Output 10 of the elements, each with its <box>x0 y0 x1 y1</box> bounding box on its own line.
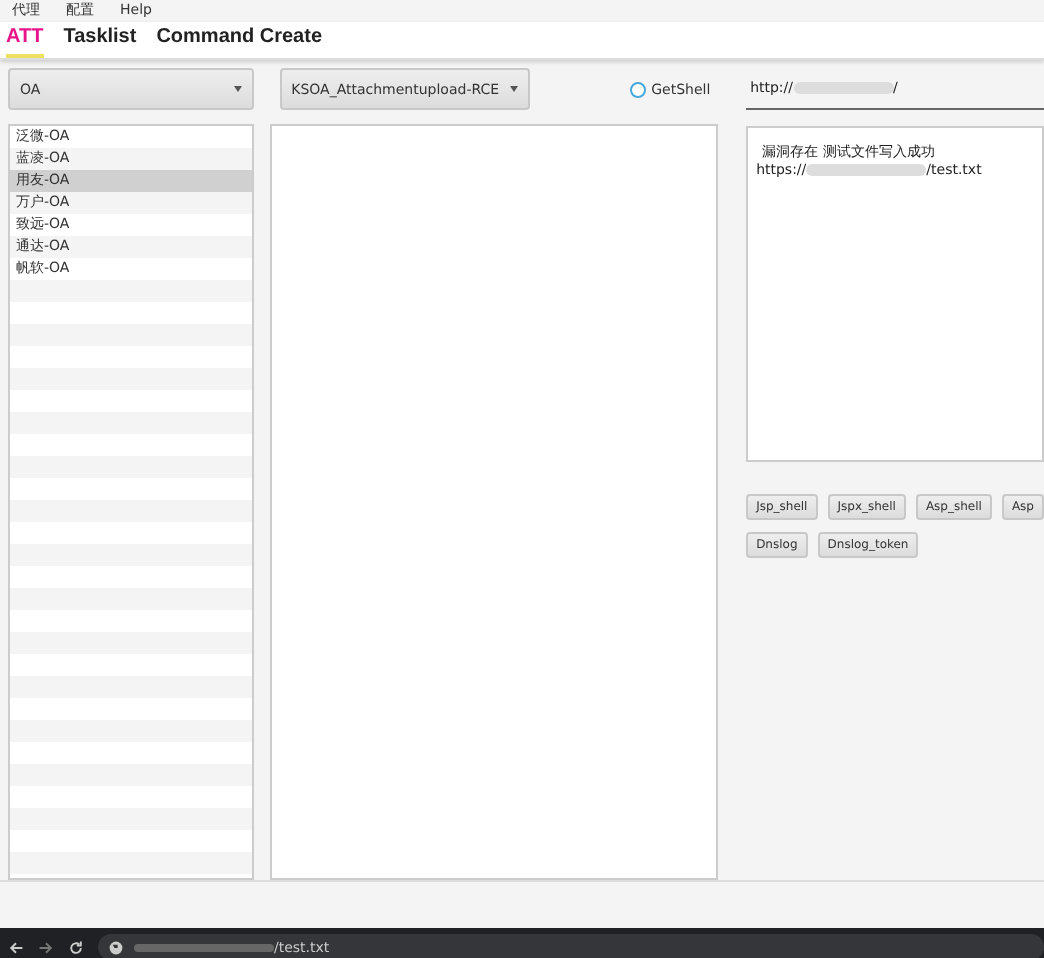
caret-icon <box>509 86 518 92</box>
reload-icon[interactable] <box>68 939 84 955</box>
tab[interactable]: Tasklist <box>63 22 137 58</box>
blurred-text <box>134 943 274 951</box>
tab[interactable]: ATT <box>6 22 44 58</box>
caret-icon <box>233 86 242 92</box>
forward-icon[interactable] <box>38 939 54 955</box>
back-icon[interactable] <box>8 939 24 955</box>
tab[interactable]: Command Create <box>156 22 323 58</box>
blurred-text <box>806 164 927 176</box>
